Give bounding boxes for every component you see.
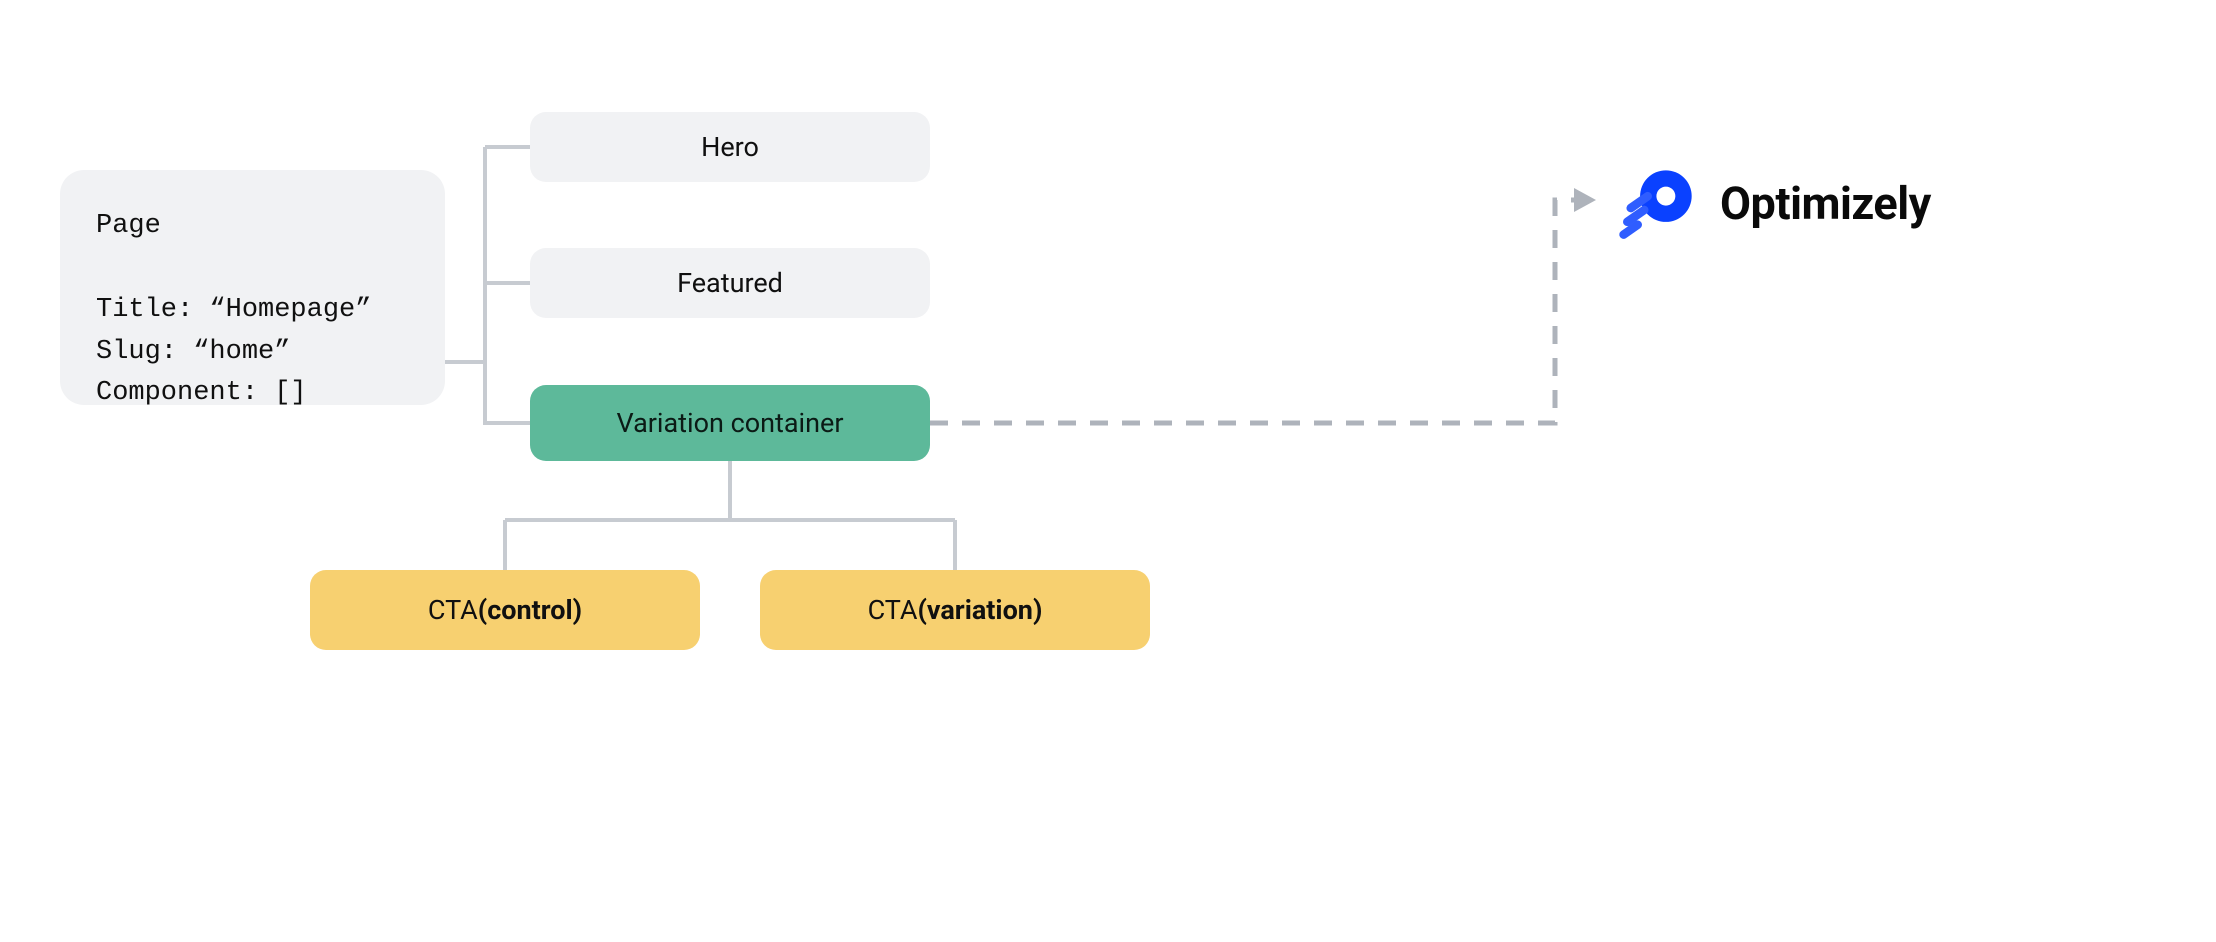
node-hero-label: Hero <box>701 131 759 163</box>
cta-variation-prefix: CTA <box>868 594 918 626</box>
page-slug-line: Slug: “home” <box>96 337 290 367</box>
page-card: Page Title: “Homepage” Slug: “home” Comp… <box>60 170 445 405</box>
cta-variation-bold: (variation) <box>917 594 1042 626</box>
brand-name: Optimizely <box>1720 177 1931 230</box>
page-component-line: Component: [] <box>96 378 307 408</box>
cta-control-bold: (control) <box>478 594 582 626</box>
brand-optimizely: Optimizely <box>1616 160 1931 246</box>
node-variation-container-label: Variation container <box>617 407 844 439</box>
diagram-canvas: Page Title: “Homepage” Slug: “home” Comp… <box>0 0 2216 942</box>
cta-control-prefix: CTA <box>428 594 478 626</box>
connector-lines <box>0 0 2216 942</box>
node-cta-variation: CTA (variation) <box>760 570 1150 650</box>
node-featured-label: Featured <box>677 267 783 299</box>
page-card-text: Page Title: “Homepage” Slug: “home” Comp… <box>96 206 413 415</box>
page-title-line: Title: “Homepage” <box>96 295 371 325</box>
node-featured: Featured <box>530 248 930 318</box>
node-cta-control: CTA (control) <box>310 570 700 650</box>
node-hero: Hero <box>530 112 930 182</box>
page-heading: Page <box>96 211 161 241</box>
optimizely-logo-icon <box>1616 160 1702 246</box>
node-variation-container: Variation container <box>530 385 930 461</box>
